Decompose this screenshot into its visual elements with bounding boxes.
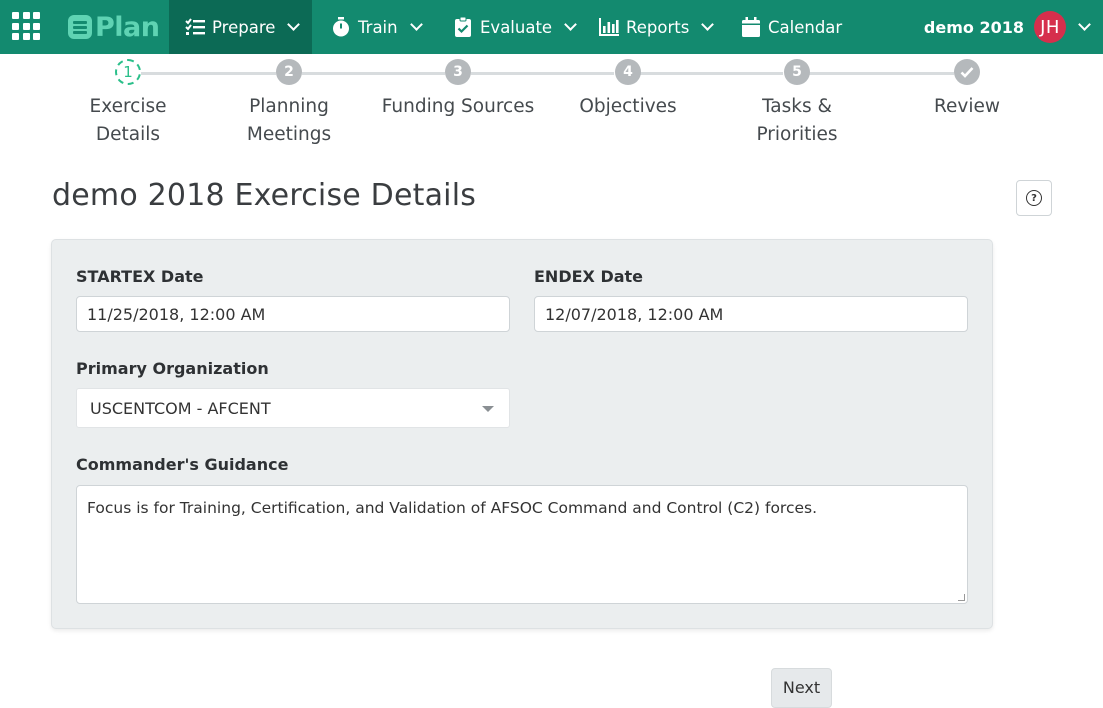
endex-label: ENDEX Date (534, 267, 644, 286)
step-label: Meetings (246, 124, 332, 145)
app-grid-icon[interactable] (12, 12, 40, 40)
top-navbar: Plan Prepare Train Evaluate Reports Cale (0, 0, 1103, 54)
question-icon: ? (1026, 190, 1042, 206)
step-label: Priorities (756, 124, 838, 145)
primary-organization-value: USCENTCOM - AFCENT (90, 398, 271, 418)
step-funding-sources[interactable]: 3 Funding Sources (378, 59, 538, 121)
logo-list-icon (68, 15, 92, 39)
nav-prepare-label: Prepare (212, 17, 276, 37)
nav-calendar[interactable]: Calendar (725, 0, 842, 54)
next-button[interactable]: Next (771, 668, 832, 708)
commanders-guidance-textarea[interactable]: Focus is for Training, Certification, an… (76, 485, 968, 604)
step-number: 2 (276, 59, 302, 85)
step-number: 1 (115, 59, 141, 85)
clipboard-check-icon (453, 17, 473, 37)
chevron-down-icon (701, 18, 715, 31)
user-name: demo 2018 (923, 17, 1024, 37)
user-menu[interactable]: demo 2018 JH (923, 0, 1091, 54)
stopwatch-icon (331, 17, 351, 37)
chevron-down-icon (1078, 18, 1091, 31)
step-review[interactable]: Review (887, 59, 1047, 121)
step-objectives[interactable]: 4 Objectives (548, 59, 708, 121)
dropdown-caret-icon (482, 406, 494, 412)
page-title: demo 2018 Exercise Details (52, 178, 477, 213)
nav-train-label: Train (358, 17, 398, 37)
calendar-icon (741, 17, 761, 37)
nav-evaluate[interactable]: Evaluate (437, 0, 577, 54)
step-label: Exercise (89, 96, 167, 117)
step-exercise-details[interactable]: 1 Exercise Details (48, 59, 208, 149)
chevron-down-icon (287, 18, 301, 31)
nav-prepare[interactable]: Prepare (169, 0, 312, 54)
commanders-guidance-label: Commander's Guidance (76, 455, 289, 474)
nav-calendar-label: Calendar (768, 17, 843, 37)
avatar: JH (1034, 11, 1066, 43)
commanders-guidance-value: Focus is for Training, Certification, an… (87, 499, 818, 517)
endex-date-input[interactable]: 12/07/2018, 12:00 AM (534, 296, 968, 332)
logo-text: Plan (95, 11, 160, 43)
exercise-details-form: STARTEX Date 11/25/2018, 12:00 AM ENDEX … (51, 239, 993, 629)
checklist-icon (185, 17, 205, 37)
nav-reports[interactable]: Reports (583, 0, 715, 54)
chevron-down-icon (409, 18, 423, 31)
step-label: Funding Sources (381, 96, 535, 117)
nav-train[interactable]: Train (315, 0, 423, 54)
nav-reports-label: Reports (626, 17, 690, 37)
primary-organization-label: Primary Organization (76, 359, 269, 378)
help-button[interactable]: ? (1016, 180, 1052, 216)
checkmark-icon (954, 59, 980, 85)
step-label: Planning (249, 96, 329, 117)
step-label: Review (933, 96, 1000, 117)
bar-chart-icon (599, 17, 619, 37)
step-label: Objectives (579, 96, 677, 117)
step-planning-meetings[interactable]: 2 Planning Meetings (209, 59, 369, 149)
resize-handle-icon[interactable] (958, 594, 965, 601)
step-number: 4 (615, 59, 641, 85)
step-label: Tasks & (762, 96, 832, 117)
startex-date-input[interactable]: 11/25/2018, 12:00 AM (76, 296, 510, 332)
step-number: 3 (445, 59, 471, 85)
step-number: 5 (784, 59, 810, 85)
startex-label: STARTEX Date (76, 267, 204, 286)
step-tasks-priorities[interactable]: 5 Tasks & Priorities (717, 59, 877, 149)
nav-evaluate-label: Evaluate (480, 17, 553, 37)
app-logo[interactable]: Plan (68, 11, 160, 43)
step-label: Details (95, 124, 161, 145)
chevron-down-icon (564, 18, 577, 31)
primary-organization-select[interactable]: USCENTCOM - AFCENT (76, 388, 510, 428)
